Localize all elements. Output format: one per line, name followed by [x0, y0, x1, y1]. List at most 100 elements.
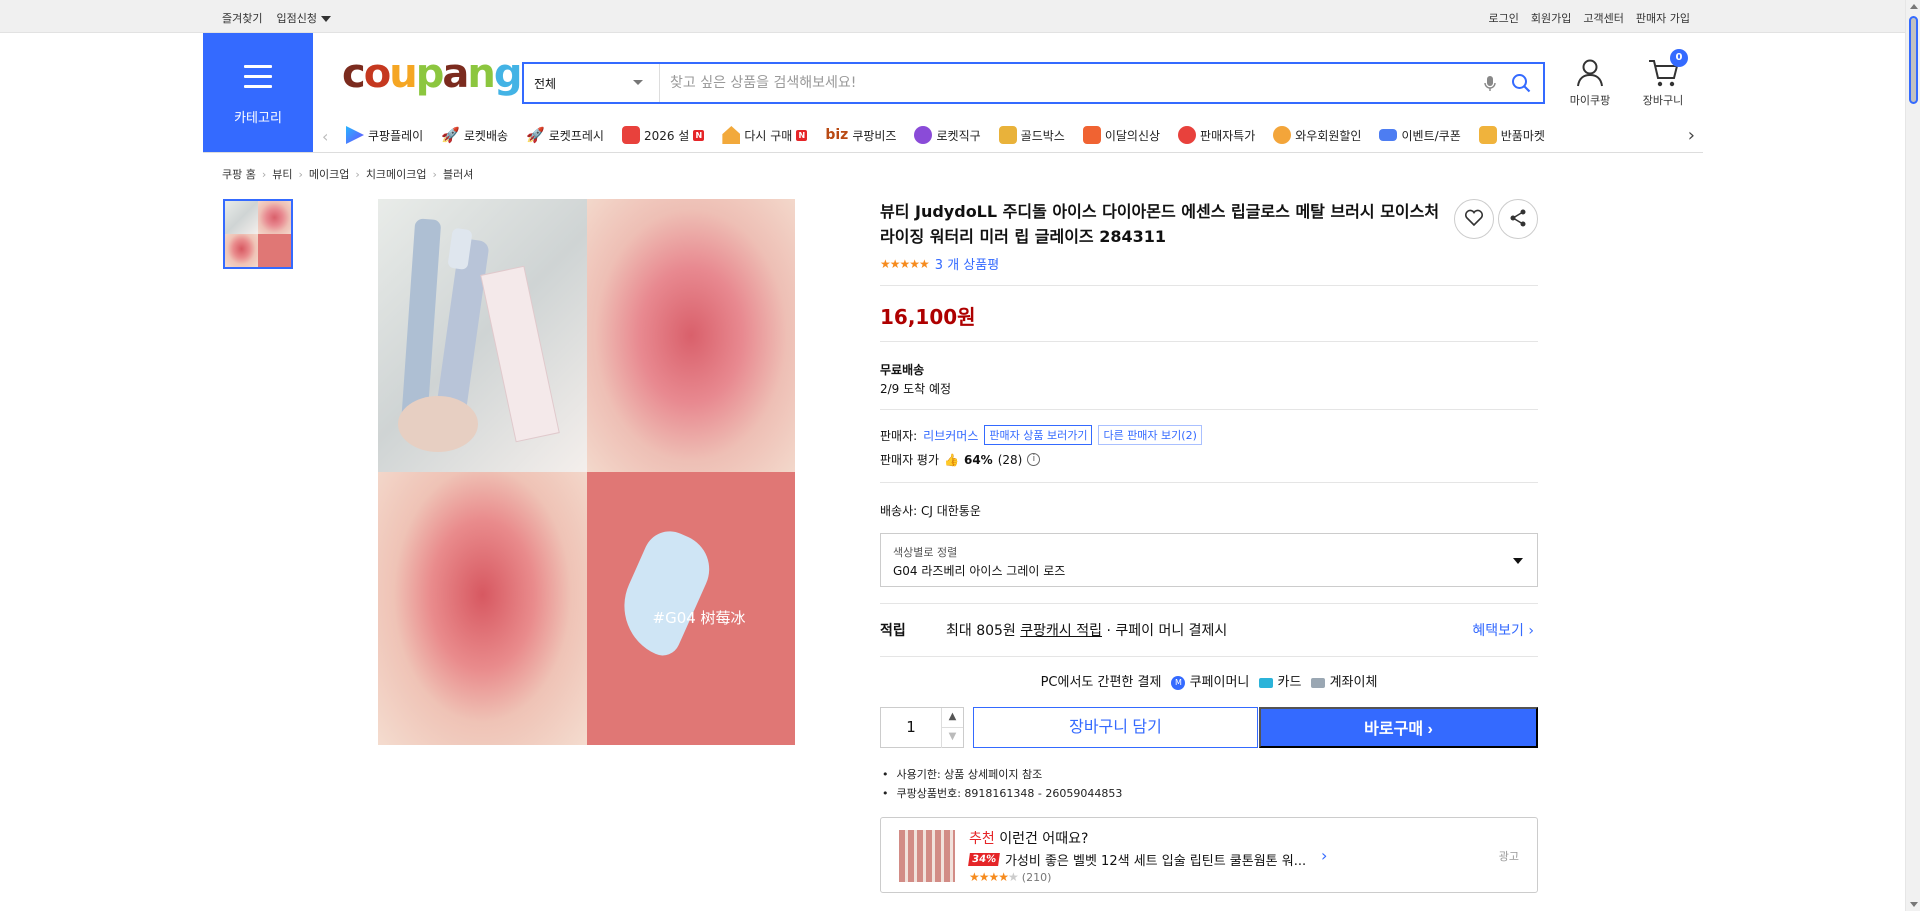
mycoupang-label: 마이쿠팡 [1569, 94, 1611, 107]
payment-title: PC에서도 간편한 결제 [1040, 675, 1162, 690]
biz-logo-icon: biz [825, 127, 849, 143]
nav-label: 판매자특가 [1200, 128, 1256, 143]
share-button[interactable] [1498, 199, 1538, 239]
breadcrumb-item[interactable]: 블러셔 [443, 166, 473, 182]
scrollbar-thumb[interactable] [1909, 16, 1918, 104]
nav-item-rocket-delivery[interactable]: 🚀 로켓배송 [441, 126, 508, 144]
quantity-increase-icon[interactable]: ▲ [941, 708, 963, 728]
quantity-value[interactable]: 1 [881, 708, 941, 747]
vendor-apply-link[interactable]: 입점신청 [276, 10, 331, 26]
product-rating[interactable]: ★★★★★ 3 개 상품평 [880, 254, 999, 274]
chevron-right-icon[interactable]: › [1321, 846, 1327, 865]
seller-rating: 판매자 평가 👍 64% (28) i [880, 451, 1041, 468]
nav-item-events-coupons[interactable]: 이벤트/쿠폰 [1379, 126, 1461, 144]
nav-item-coupang-biz[interactable]: biz 쿠팡비즈 [825, 126, 896, 144]
search-input[interactable] [670, 64, 1460, 102]
product-main-image[interactable]: #G04 树莓冰 [378, 199, 795, 745]
divider [880, 656, 1538, 657]
seller-signup-link[interactable]: 판매자 가입 [1636, 10, 1690, 26]
breadcrumb-item[interactable]: 쿠팡 홈 [222, 166, 256, 182]
nav-label: 로켓직구 [936, 128, 981, 143]
product-thumbnail[interactable] [223, 199, 293, 269]
other-sellers-button[interactable]: 다른 판매자 보기(2) [1098, 425, 1202, 445]
nav-label: 쿠팡플레이 [368, 128, 424, 143]
nav-label: 로켓프레시 [548, 128, 604, 143]
breadcrumb-separator-icon: › [432, 167, 437, 181]
search-icon[interactable] [1511, 73, 1531, 93]
seller-products-button[interactable]: 판매자 상품 보러가기 [984, 425, 1093, 445]
nav-label: 이달의신상 [1104, 128, 1161, 143]
wishlist-button[interactable] [1454, 199, 1494, 239]
nav-label: 와우회원할인 [1295, 128, 1362, 143]
scroll-down-arrow-icon[interactable] [1910, 902, 1918, 907]
quantity-decrease-icon[interactable]: ▼ [941, 728, 963, 748]
product-title: 뷰티 JudydoLL 주디돌 아이스 다이아몬드 에센스 립글로스 메탈 브러… [880, 202, 1440, 246]
breadcrumb-item[interactable]: 뷰티 [272, 166, 292, 182]
image-quadrant-product [378, 199, 587, 472]
nav-label: 2026 설 [643, 128, 690, 143]
nav-label: 쿠팡비즈 [852, 128, 897, 143]
divider [880, 409, 1538, 410]
search-bar: 전체 [522, 62, 1545, 104]
benefit-key: 적립 [880, 623, 906, 639]
benefit-more-label: 혜택보기 [1472, 623, 1524, 639]
bank-icon [1311, 677, 1326, 688]
nav-item-rebuy[interactable]: 다시 구매 N [722, 126, 808, 144]
nav-item-seller-special[interactable]: 판매자특가 [1178, 126, 1255, 144]
nav-item-coupangplay[interactable]: 쿠팡플레이 [346, 126, 423, 144]
nav-item-new-arrivals[interactable]: 이달의신상 [1082, 126, 1161, 144]
nav-item-wow-discount[interactable]: 와우회원할인 [1273, 126, 1361, 144]
recommended-product-name[interactable]: 가성비 좋은 벨벳 12색 세트 입술 립틴트 쿨톤웜톤 워... [1005, 850, 1306, 869]
breadcrumb-item[interactable]: 메이크업 [309, 166, 349, 182]
nav-prev-arrow-icon[interactable]: ‹ [322, 127, 328, 146]
discount-badge: 34% [968, 853, 1000, 866]
option-select[interactable]: 색상별로 정렬 G04 라즈베리 아이스 그레이 로즈 [880, 533, 1538, 587]
payment-methods: PC에서도 간편한 결제 M 쿠페이머니 카드 계좌이체 [880, 671, 1538, 690]
info-icon[interactable]: i [1027, 453, 1041, 466]
home-icon [722, 126, 741, 144]
courier-info: 배송사: CJ 대한통운 [880, 504, 981, 518]
category-menu-button[interactable]: 카테고리 [203, 33, 313, 152]
rating-stars-icon: ★★★★★ [880, 256, 930, 271]
shipping-title: 무료배송 [880, 363, 925, 377]
category-nav: ‹ 쿠팡플레이 🚀 로켓배송 🚀 로켓프레시 2026 설N 다시 구매 N biz 쿠… [318, 123, 1703, 151]
buy-now-button[interactable]: 바로구매 › [1259, 707, 1538, 748]
recommendation-heading: 추천 이런건 어때요? [969, 828, 1088, 848]
nav-item-goldbox[interactable]: 골드박스 [998, 126, 1065, 144]
scroll-up-arrow-icon[interactable] [1910, 4, 1918, 9]
nav-label: 로켓배송 [463, 128, 509, 143]
nav-item-rocket-direct[interactable]: 로켓직구 [914, 126, 981, 144]
quantity-stepper[interactable]: 1 ▲ ▼ [880, 707, 964, 748]
breadcrumb-item[interactable]: 치크메이크업 [366, 166, 427, 182]
page-scrollbar[interactable] [1905, 0, 1920, 911]
nav-next-arrow-icon[interactable]: › [1688, 125, 1695, 146]
buy-now-label: 바로구매 [1364, 721, 1424, 738]
customer-center-link[interactable]: 고객센터 [1583, 10, 1623, 26]
recommended-product-row[interactable]: 34% 가성비 좋은 벨벳 12색 세트 입술 립틴트 쿨톤웜톤 워... [968, 850, 1306, 869]
microphone-icon[interactable] [1481, 74, 1499, 92]
shade-label: #G04 树莓冰 [652, 609, 746, 627]
nav-item-return-market[interactable]: 반품마켓 [1478, 126, 1545, 144]
coupang-cash-link[interactable]: 쿠팡캐시 적립 [1020, 623, 1102, 639]
benefit-more-link[interactable]: 혜택보기 › [1472, 620, 1534, 640]
add-to-cart-button[interactable]: 장바구니 담기 [973, 707, 1258, 748]
bookmark-link[interactable]: 즐겨찾기 [222, 10, 262, 26]
breadcrumb-separator-icon: › [261, 167, 267, 181]
recommended-product-image[interactable] [899, 830, 955, 882]
cart-button[interactable]: 장바구니 0 [1632, 49, 1694, 108]
search-category-select[interactable]: 전체 [524, 64, 660, 102]
signup-link[interactable]: 회원가입 [1531, 10, 1571, 26]
review-count-link[interactable]: 3 개 상품평 [935, 254, 999, 273]
nav-item-rocket-fresh[interactable]: 🚀 로켓프레시 [526, 126, 604, 144]
caret-down-icon [320, 16, 331, 22]
login-link[interactable]: 로그인 [1489, 10, 1519, 26]
coupang-logo[interactable]: coupang [342, 54, 522, 94]
recommendation-card[interactable]: 추천 이런건 어때요? 34% 가성비 좋은 벨벳 12색 세트 입술 립틴트 … [880, 817, 1538, 893]
list-item: 쿠팡상품번호: 8918161348 - 26059044853 [880, 784, 1123, 803]
mycoupang-button[interactable]: 마이쿠팡 [1564, 58, 1616, 108]
payment-method-label: 계좌이체 [1329, 675, 1378, 690]
nav-item-2026-seol[interactable]: 2026 설N [621, 126, 705, 144]
recommendation-tag: 추천 [969, 831, 995, 847]
seller-name-link[interactable]: 리브커머스 [923, 427, 978, 444]
card-icon [1259, 677, 1274, 688]
